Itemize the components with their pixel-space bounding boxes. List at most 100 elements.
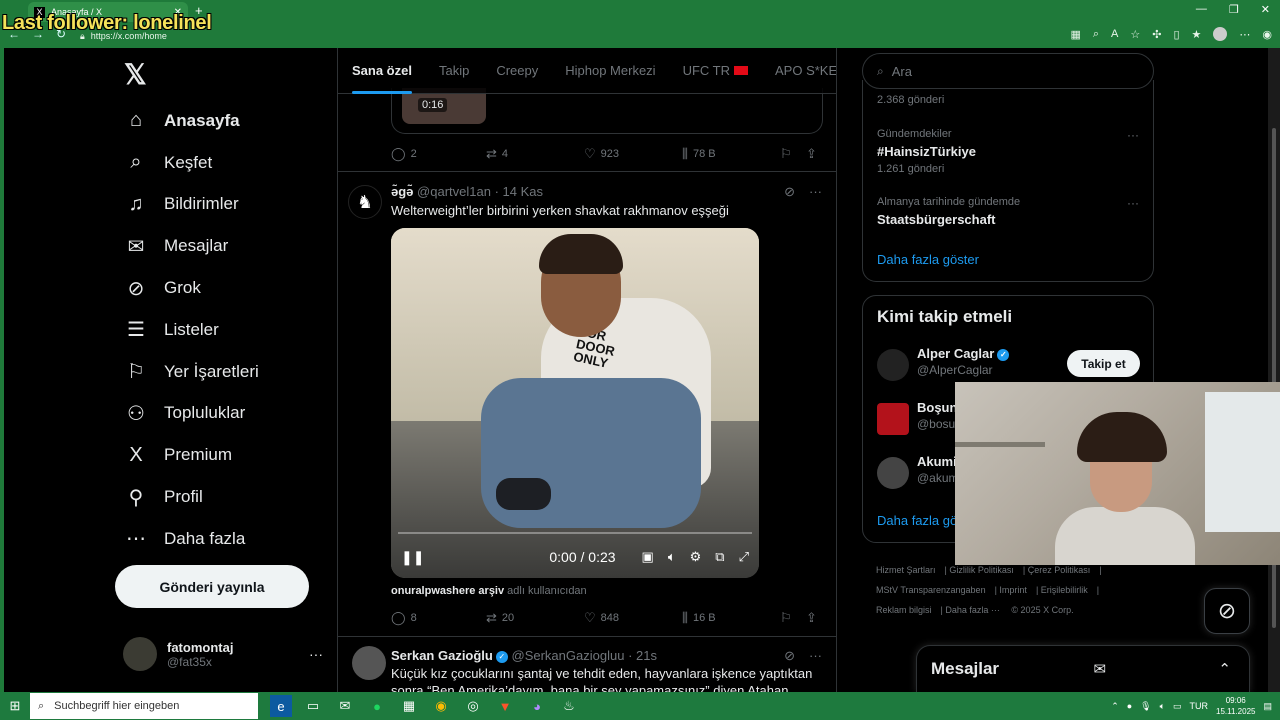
share-button[interactable]: ⇪: [806, 610, 817, 626]
close-window-icon[interactable]: ✕: [1261, 3, 1270, 16]
grok-floating-button[interactable]: ⊘: [1204, 588, 1250, 634]
messages-drawer[interactable]: Mesajlar ✉ ⌃: [916, 645, 1250, 692]
quoted-post-card[interactable]: 0:16: [391, 88, 823, 134]
footer-link[interactable]: Gizlilik Politikası: [949, 565, 1014, 575]
reply-button[interactable]: ◯ 2: [391, 146, 486, 162]
microphone-icon[interactable]: 🎙︎: [1140, 701, 1151, 712]
settings-gear-icon[interactable]: ⚙: [690, 549, 702, 565]
expand-icon[interactable]: ⌃: [1218, 660, 1231, 678]
tab-creepy[interactable]: Creepy: [496, 48, 538, 94]
brave-icon[interactable]: ▼: [494, 695, 516, 717]
sidebar-item-mail[interactable]: ✉ Mesajlar: [124, 225, 324, 267]
tweet-time[interactable]: · 21s: [628, 648, 657, 663]
extensions-icon[interactable]: ✣: [1152, 28, 1161, 41]
sidebar-item-search[interactable]: ⌕ Keşfet: [124, 142, 324, 184]
footer-link[interactable]: MStV Transparenzangaben: [876, 585, 986, 595]
grok-icon[interactable]: ⊘: [784, 184, 795, 200]
menu-dots-icon[interactable]: ⋯: [1239, 28, 1250, 41]
sidebar-item-list[interactable]: ☰ Listeler: [124, 309, 324, 351]
show-more-link[interactable]: Daha fazla göster: [877, 252, 979, 267]
sidebar-item-profile[interactable]: ⚲ Profil: [124, 476, 324, 518]
network-icon[interactable]: ▭: [1173, 701, 1182, 712]
bookmark-button[interactable]: ⚐: [780, 146, 806, 162]
speaker-icon[interactable]: 🔈︎: [1160, 701, 1165, 712]
page-scrollbar[interactable]: [1268, 48, 1280, 692]
views-button[interactable]: ⫼ 78 B: [682, 146, 780, 162]
reader-icon[interactable]: ▦: [1070, 28, 1080, 41]
trend-title[interactable]: #HainsizTürkiye: [877, 144, 976, 159]
author-handle[interactable]: @qartvel1an: [417, 184, 491, 199]
favorites-icon[interactable]: ★: [1192, 28, 1202, 41]
maximize-icon[interactable]: ❐: [1229, 3, 1239, 16]
spotify-icon[interactable]: ●: [366, 695, 388, 717]
like-button[interactable]: ♡ 923: [584, 146, 682, 162]
avatar[interactable]: [352, 646, 386, 680]
trend-title[interactable]: Staatsbürgerschaft: [877, 212, 995, 227]
tab-hiphop-merkezi[interactable]: Hiphop Merkezi: [565, 48, 655, 94]
tray-app-icon[interactable]: ●: [1127, 701, 1132, 711]
file-explorer-icon[interactable]: ▭: [302, 695, 324, 717]
show-more-link[interactable]: Daha fazla gös: [877, 513, 964, 528]
footer-link[interactable]: Imprint: [999, 585, 1027, 595]
footer-link[interactable]: Hizmet Şartları: [876, 565, 936, 575]
calculator-icon[interactable]: ▦: [398, 695, 420, 717]
account-switcher[interactable]: fatomontaj @fat35x ···: [123, 634, 323, 674]
more-icon[interactable]: ···: [809, 184, 822, 200]
follow-button[interactable]: Takip et: [1067, 350, 1140, 377]
video-progress-bar[interactable]: [398, 532, 752, 534]
footer-link[interactable]: Reklam bilgisi: [876, 605, 932, 615]
author-handle[interactable]: @SerkanGaziogluu: [512, 648, 625, 663]
volume-icon[interactable]: 🔈︎: [668, 549, 676, 565]
obs-icon[interactable]: ◎: [462, 695, 484, 717]
source-name[interactable]: onuralpwashere arşiv: [391, 585, 504, 597]
sidebar-item-home[interactable]: ⌂ Anasayfa: [124, 100, 324, 142]
post-button[interactable]: Gönderi yayınla: [115, 565, 309, 608]
edge-icon[interactable]: e: [270, 695, 292, 717]
like-button[interactable]: ♡ 848: [584, 610, 682, 626]
footer-link[interactable]: Erişilebilirlik: [1041, 585, 1088, 595]
sidebar-item-grok[interactable]: ⊘ Grok: [124, 267, 324, 309]
sidebar-item-communities[interactable]: ⚇ Topluluklar: [124, 393, 324, 435]
views-button[interactable]: ⫼ 16 B: [682, 610, 780, 626]
steam-icon[interactable]: ♨: [558, 695, 580, 717]
copilot-icon[interactable]: ◉: [1262, 28, 1272, 41]
author-name[interactable]: Serkan Gazioğlu: [391, 648, 493, 663]
repost-button[interactable]: ⇄ 4: [486, 146, 584, 162]
tab-apo[interactable]: APO S*KEN: [775, 48, 836, 94]
profile-avatar[interactable]: [1213, 27, 1228, 41]
keyboard-lang[interactable]: TUR: [1190, 701, 1209, 711]
read-aloud-icon[interactable]: A: [1111, 28, 1118, 40]
address-bar[interactable]: 🔒︎ https://x.com/home: [80, 27, 1050, 45]
pause-icon[interactable]: ❚❚: [401, 549, 424, 566]
search-input[interactable]: ⌕ Ara: [862, 53, 1154, 89]
repost-button[interactable]: ⇄ 20: [486, 610, 584, 626]
favorite-star-icon[interactable]: ☆: [1130, 28, 1140, 41]
sidebar-item-more-circle[interactable]: ⋯ Daha fazla: [124, 518, 324, 560]
split-screen-icon[interactable]: ▯: [1173, 28, 1179, 41]
chrome-icon[interactable]: ◉: [430, 695, 452, 717]
share-button[interactable]: ⇪: [806, 146, 817, 162]
tray-chevron-icon[interactable]: ⌃: [1111, 701, 1119, 712]
bookmark-button[interactable]: ⚐: [780, 610, 806, 626]
tweet-time[interactable]: · 14 Kas: [495, 184, 543, 199]
footer-link[interactable]: Çerez Politikası: [1028, 565, 1091, 575]
video-player[interactable]: FORDOORONLY ❚❚ 0:00 / 0:23 ▣ 🔈︎ ⚙ ⧉ ⤢: [391, 228, 759, 578]
pip-icon[interactable]: ⧉: [715, 549, 724, 565]
discord-icon[interactable]: ◕: [526, 695, 548, 717]
mail-app-icon[interactable]: ✉: [334, 695, 356, 717]
more-icon[interactable]: ···: [809, 648, 822, 664]
windows-start-icon[interactable]: ⊞: [0, 698, 30, 714]
avatar[interactable]: ♞: [348, 185, 382, 219]
notifications-icon[interactable]: ▤: [1263, 701, 1272, 712]
tab-ufc-tr[interactable]: UFC TR: [683, 48, 749, 94]
x-logo[interactable]: 𝕏: [124, 58, 147, 91]
new-message-icon[interactable]: ✉: [1093, 660, 1106, 678]
captions-icon[interactable]: ▣: [642, 549, 654, 565]
clock[interactable]: 09:06 15.11.2025: [1216, 695, 1255, 717]
trend-more-icon[interactable]: ···: [1127, 128, 1139, 142]
fullscreen-icon[interactable]: ⤢: [739, 549, 749, 565]
sidebar-item-bookmark[interactable]: ⚐ Yer İşaretleri: [124, 351, 324, 393]
trend-more-icon[interactable]: ···: [1127, 196, 1139, 210]
sidebar-item-bell[interactable]: ♫ Bildirimler: [124, 184, 324, 226]
author-name[interactable]: ə̃gə̃: [391, 184, 413, 199]
